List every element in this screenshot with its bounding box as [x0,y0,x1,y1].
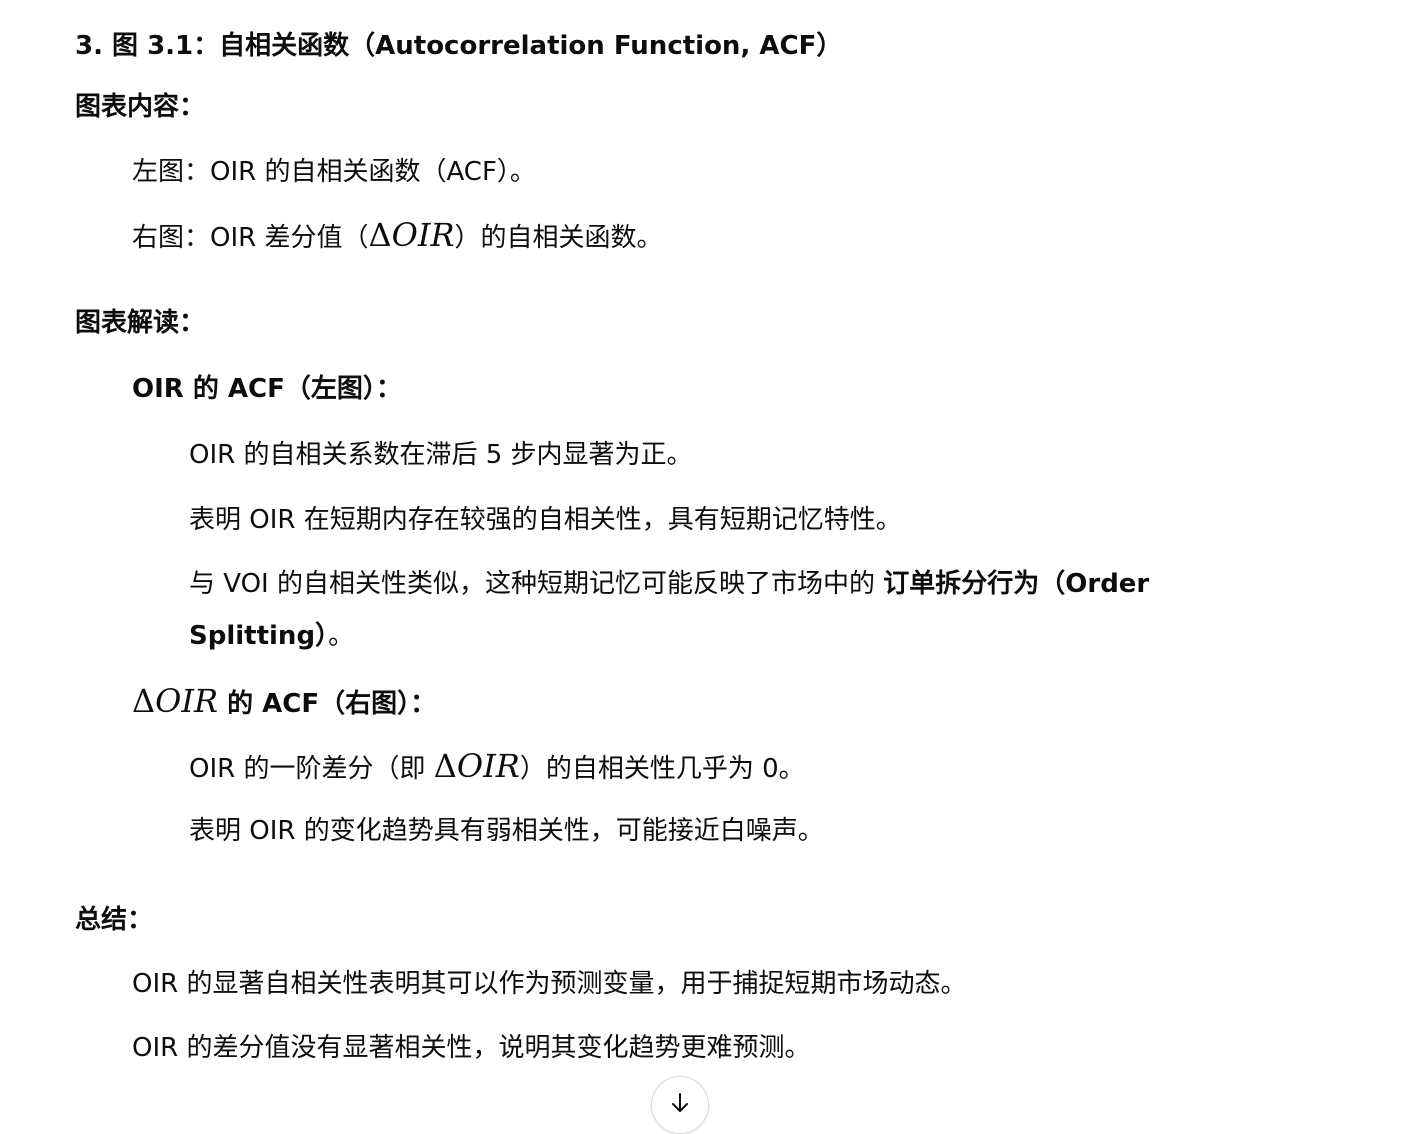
content-right-item: 右图：OIR 差分值（ΔOIR）的自相关函数。 [132,218,663,255]
oir-acf-point-3-end: 。 [328,621,355,651]
scroll-to-bottom-button[interactable] [651,1076,709,1134]
summary-point-2: OIR 的差分值没有显著相关性，说明其变化趋势更难预测。 [132,1033,811,1063]
math-delta: Δ [433,747,457,785]
delta-oir-point-1: OIR 的一阶差分（即 ΔOIR）的自相关性几乎为 0。 [189,749,805,786]
content-right-pre: 右图：OIR 差分值（ [132,223,369,253]
content-left-item: 左图：OIR 的自相关函数（ACF）。 [132,157,536,187]
oir-acf-point-3-pre: 与 VOI 的自相关性类似，这种短期记忆可能反映了市场中的 [189,569,884,599]
oir-acf-point-1: OIR 的自相关系数在滞后 5 步内显著为正。 [189,440,693,470]
math-delta: Δ [132,682,156,720]
math-delta-oir: ΔOIR [132,682,218,720]
math-delta: Δ [368,216,392,254]
math-var: OIR [391,216,455,254]
math-delta-oir: ΔOIR [434,747,520,785]
order-splitting-term-part-2: Splitting） [189,621,329,651]
oir-acf-title: OIR 的 ACF（左图）： [132,374,402,404]
delta-oir-point-2: 表明 OIR 的变化趋势具有弱相关性，可能接近白噪声。 [189,816,824,846]
math-var: OIR [456,747,520,785]
summary-point-1: OIR 的显著自相关性表明其可以作为预测变量，用于捕捉短期市场动态。 [132,969,967,999]
delta-oir-acf-title: ΔOIR 的 ACF（右图）： [132,684,436,721]
oir-acf-point-3-continued: Splitting）。 [189,619,354,653]
order-splitting-term-part-1: 订单拆分行为（Order [883,569,1150,599]
delta-oir-acf-title-text: 的 ACF（右图）： [218,689,437,719]
content-label: 图表内容： [75,92,206,122]
math-delta-oir: ΔOIR [368,216,454,254]
arrow-down-icon [672,1093,688,1112]
delta-oir-point-1-pre: OIR 的一阶差分（即 [189,754,434,784]
math-var: OIR [155,682,219,720]
reading-label: 图表解读： [75,308,206,338]
oir-acf-point-3: 与 VOI 的自相关性类似，这种短期记忆可能反映了市场中的 订单拆分行为（Ord… [189,567,1149,601]
oir-acf-point-2: 表明 OIR 在短期内存在较强的自相关性，具有短期记忆特性。 [189,505,902,535]
summary-label: 总结： [75,905,154,935]
section-heading: 3. 图 3.1：自相关函数（Autocorrelation Function,… [75,31,843,61]
content-right-post: ）的自相关函数。 [454,223,663,253]
delta-oir-point-1-post: ）的自相关性几乎为 0。 [519,754,805,784]
